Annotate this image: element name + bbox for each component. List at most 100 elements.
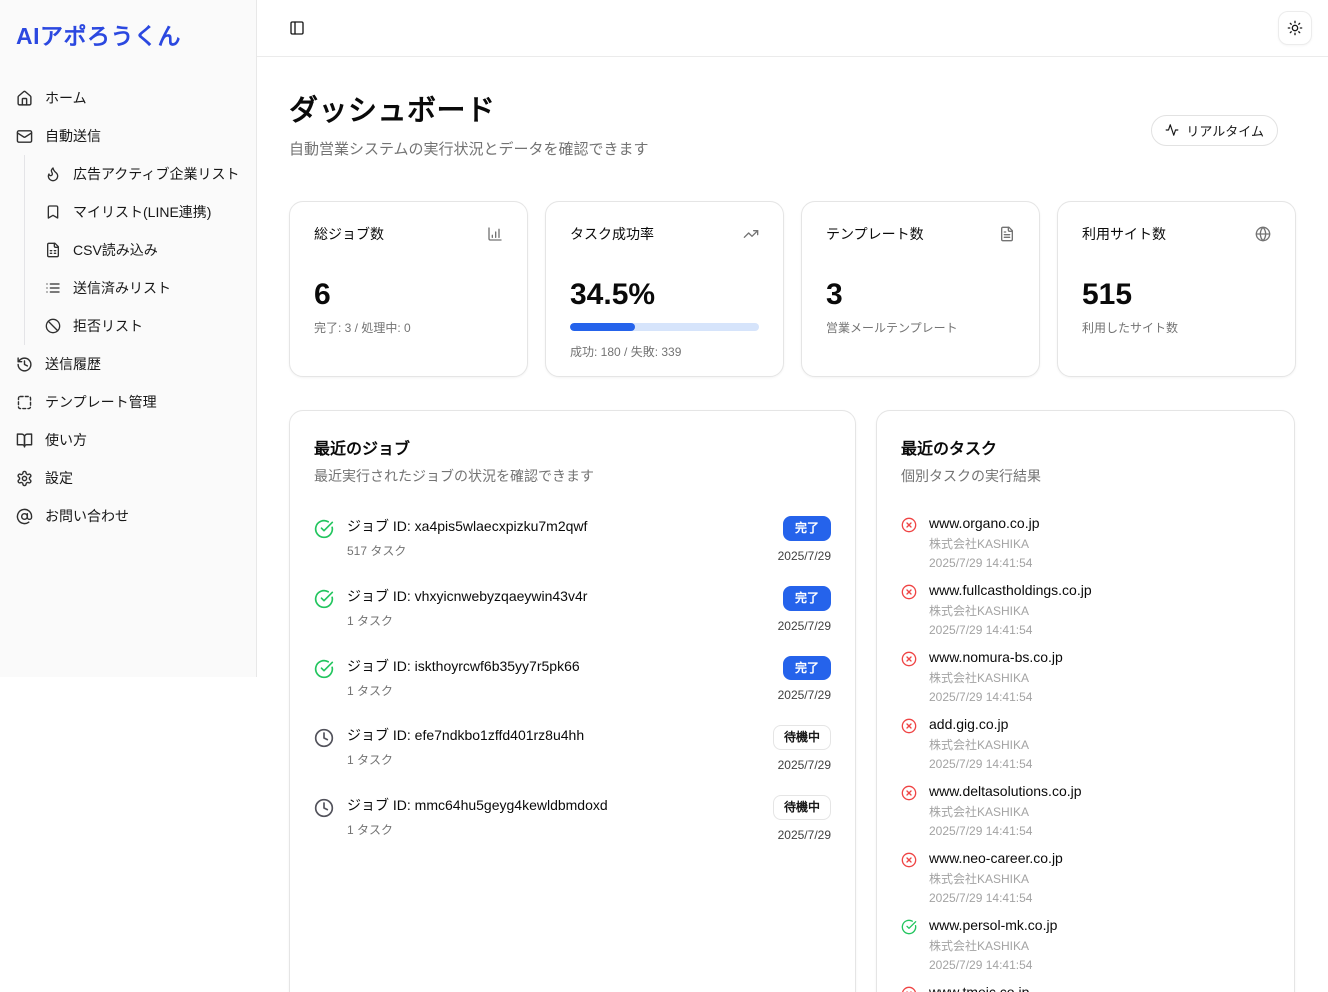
circle-check-icon (314, 659, 334, 679)
activity-icon (1165, 123, 1179, 137)
ban-icon (45, 318, 61, 334)
sidebar-item-auto-send[interactable]: 自動送信 (0, 117, 256, 155)
job-id: ジョブ ID: xa4pis5wlaecxpizku7m2qwf (347, 516, 765, 536)
stat-sub: 成功: 180 / 失敗: 339 (570, 343, 759, 360)
stat-label: タスク成功率 (570, 224, 654, 244)
recent-tasks-title: 最近のタスク (901, 435, 1270, 459)
task-timestamp: 2025/7/29 14:41:54 (929, 556, 1040, 570)
sidebar-item-ad-active-list[interactable]: 広告アクティブ企業リスト (25, 155, 256, 193)
recent-jobs-panel: 最近のジョブ 最近実行されたジョブの状況を確認できます ジョブ ID: xa4p… (289, 410, 856, 992)
sidebar-item-csv-import[interactable]: CSV読み込み (25, 231, 256, 269)
task-row: www.deltasolutions.co.jp 株式会社KASHIKA 202… (901, 783, 1270, 838)
job-task-count: 1 タスク (347, 821, 760, 838)
main-content: ダッシュボード 自動営業システムの実行状況とデータを確認できます リアルタイム … (257, 57, 1328, 992)
list-icon (45, 280, 61, 296)
status-badge: 待機中 (773, 725, 831, 750)
stat-sub: 利用したサイト数 (1082, 319, 1271, 336)
recent-tasks-panel: 最近のタスク 個別タスクの実行結果 www.organo.co.jp 株式会社K… (876, 410, 1295, 992)
circle-check-icon (314, 589, 334, 609)
job-date: 2025/7/29 (778, 619, 831, 633)
gear-icon (16, 470, 33, 487)
success-rate-progress-fill (570, 323, 635, 331)
sidebar-item-reject-list[interactable]: 拒否リスト (25, 307, 256, 345)
circle-x-icon (901, 584, 917, 600)
stat-card-total-jobs: 総ジョブ数 6 完了: 3 / 処理中: 0 (289, 201, 528, 377)
job-task-count: 1 タスク (347, 612, 765, 629)
sidebar-item-template-manage[interactable]: テンプレート管理 (0, 383, 256, 421)
task-company: 株式会社KASHIKA (929, 669, 1063, 686)
sidebar-item-settings[interactable]: 設定 (0, 459, 256, 497)
circle-x-icon (901, 718, 917, 734)
task-domain: www.fullcastholdings.co.jp (929, 582, 1092, 598)
top-header (257, 0, 1328, 57)
file-spreadsheet-icon (45, 242, 61, 258)
task-timestamp: 2025/7/29 14:41:54 (929, 757, 1032, 771)
sidebar-item-label: 使い方 (45, 430, 87, 450)
recent-jobs-subtitle: 最近実行されたジョブの状況を確認できます (314, 466, 831, 486)
sidebar-toggle-button[interactable] (283, 14, 311, 42)
circle-check-icon (314, 519, 334, 539)
clock-icon (314, 728, 334, 748)
task-domain: add.gig.co.jp (929, 716, 1032, 732)
sidebar-item-send-history[interactable]: 送信履歴 (0, 345, 256, 383)
status-badge: 待機中 (773, 795, 831, 820)
theme-toggle-button[interactable] (1278, 11, 1312, 45)
task-row: www.neo-career.co.jp 株式会社KASHIKA 2025/7/… (901, 850, 1270, 905)
home-icon (16, 90, 33, 107)
job-row: ジョブ ID: mmc64hu5geyg4kewldbmdoxd 1 タスク 待… (314, 795, 831, 842)
job-row: ジョブ ID: iskthoyrcwf6b35yy7r5pk66 1 タスク 完… (314, 656, 831, 703)
stat-label: テンプレート数 (826, 224, 924, 244)
job-task-count: 1 タスク (347, 751, 760, 768)
stat-card-sites: 利用サイト数 515 利用したサイト数 (1057, 201, 1296, 377)
page-subtitle: 自動営業システムの実行状況とデータを確認できます (289, 138, 649, 159)
job-id: ジョブ ID: vhxyicnwebyzqaeywin43v4r (347, 586, 765, 606)
at-sign-icon (16, 508, 33, 525)
job-id: ジョブ ID: efe7ndkbo1zffd401rz8u4hh (347, 725, 760, 745)
page-title: ダッシュボード (289, 87, 649, 129)
task-timestamp: 2025/7/29 14:41:54 (929, 824, 1082, 838)
stat-value: 6 (314, 280, 503, 310)
stat-value: 515 (1082, 280, 1271, 310)
stat-sub: 営業メールテンプレート (826, 319, 1015, 336)
square-dashed-icon (16, 394, 33, 411)
stat-value: 34.5% (570, 280, 759, 310)
sidebar-item-label: 拒否リスト (73, 316, 143, 336)
job-task-count: 1 タスク (347, 682, 765, 699)
sidebar-item-how-to[interactable]: 使い方 (0, 421, 256, 459)
status-badge: 完了 (783, 516, 831, 541)
sidebar-item-home[interactable]: ホーム (0, 79, 256, 117)
job-task-count: 517 タスク (347, 542, 765, 559)
realtime-label: リアルタイム (1186, 121, 1264, 140)
sidebar-item-label: お問い合わせ (45, 506, 129, 526)
sidebar-item-my-list[interactable]: マイリスト(LINE連携) (25, 193, 256, 231)
realtime-badge[interactable]: リアルタイム (1151, 115, 1278, 146)
sidebar-item-label: CSV読み込み (73, 240, 158, 260)
sidebar-nav: ホーム 自動送信 広告アクティブ企業リスト マイリスト(LINE連携) (0, 63, 256, 535)
stats-grid: 総ジョブ数 6 完了: 3 / 処理中: 0 タスク成功率 34.5% 成功: … (289, 201, 1296, 377)
title-actions: リアルタイム (1151, 115, 1296, 146)
circle-x-icon (901, 517, 917, 533)
task-company: 株式会社KASHIKA (929, 870, 1063, 887)
sidebar-item-label: マイリスト(LINE連携) (73, 202, 211, 222)
task-timestamp: 2025/7/29 14:41:54 (929, 958, 1057, 972)
app-logo[interactable]: AIアポろうくん (0, 0, 256, 63)
task-row: www.fullcastholdings.co.jp 株式会社KASHIKA 2… (901, 582, 1270, 637)
task-domain: www.neo-career.co.jp (929, 850, 1063, 866)
stat-label: 利用サイト数 (1082, 224, 1166, 244)
job-id: ジョブ ID: iskthoyrcwf6b35yy7r5pk66 (347, 656, 765, 676)
task-row: add.gig.co.jp 株式会社KASHIKA 2025/7/29 14:4… (901, 716, 1270, 771)
task-company: 株式会社KASHIKA (929, 803, 1082, 820)
sidebar: AIアポろうくん ホーム 自動送信 広告アクティブ企業リスト (0, 0, 257, 677)
main-grid: 最近のジョブ 最近実行されたジョブの状況を確認できます ジョブ ID: xa4p… (289, 410, 1296, 992)
sidebar-item-label: 送信履歴 (45, 354, 101, 374)
circle-x-icon (901, 986, 917, 992)
stat-card-templates: テンプレート数 3 営業メールテンプレート (801, 201, 1040, 377)
panel-left-icon (289, 20, 305, 36)
sidebar-item-sent-list[interactable]: 送信済みリスト (25, 269, 256, 307)
circle-check-icon (901, 919, 917, 935)
sidebar-item-label: 設定 (45, 468, 73, 488)
sidebar-item-label: ホーム (45, 88, 87, 108)
mail-icon (16, 128, 33, 145)
sidebar-item-contact[interactable]: お問い合わせ (0, 497, 256, 535)
task-timestamp: 2025/7/29 14:41:54 (929, 690, 1063, 704)
